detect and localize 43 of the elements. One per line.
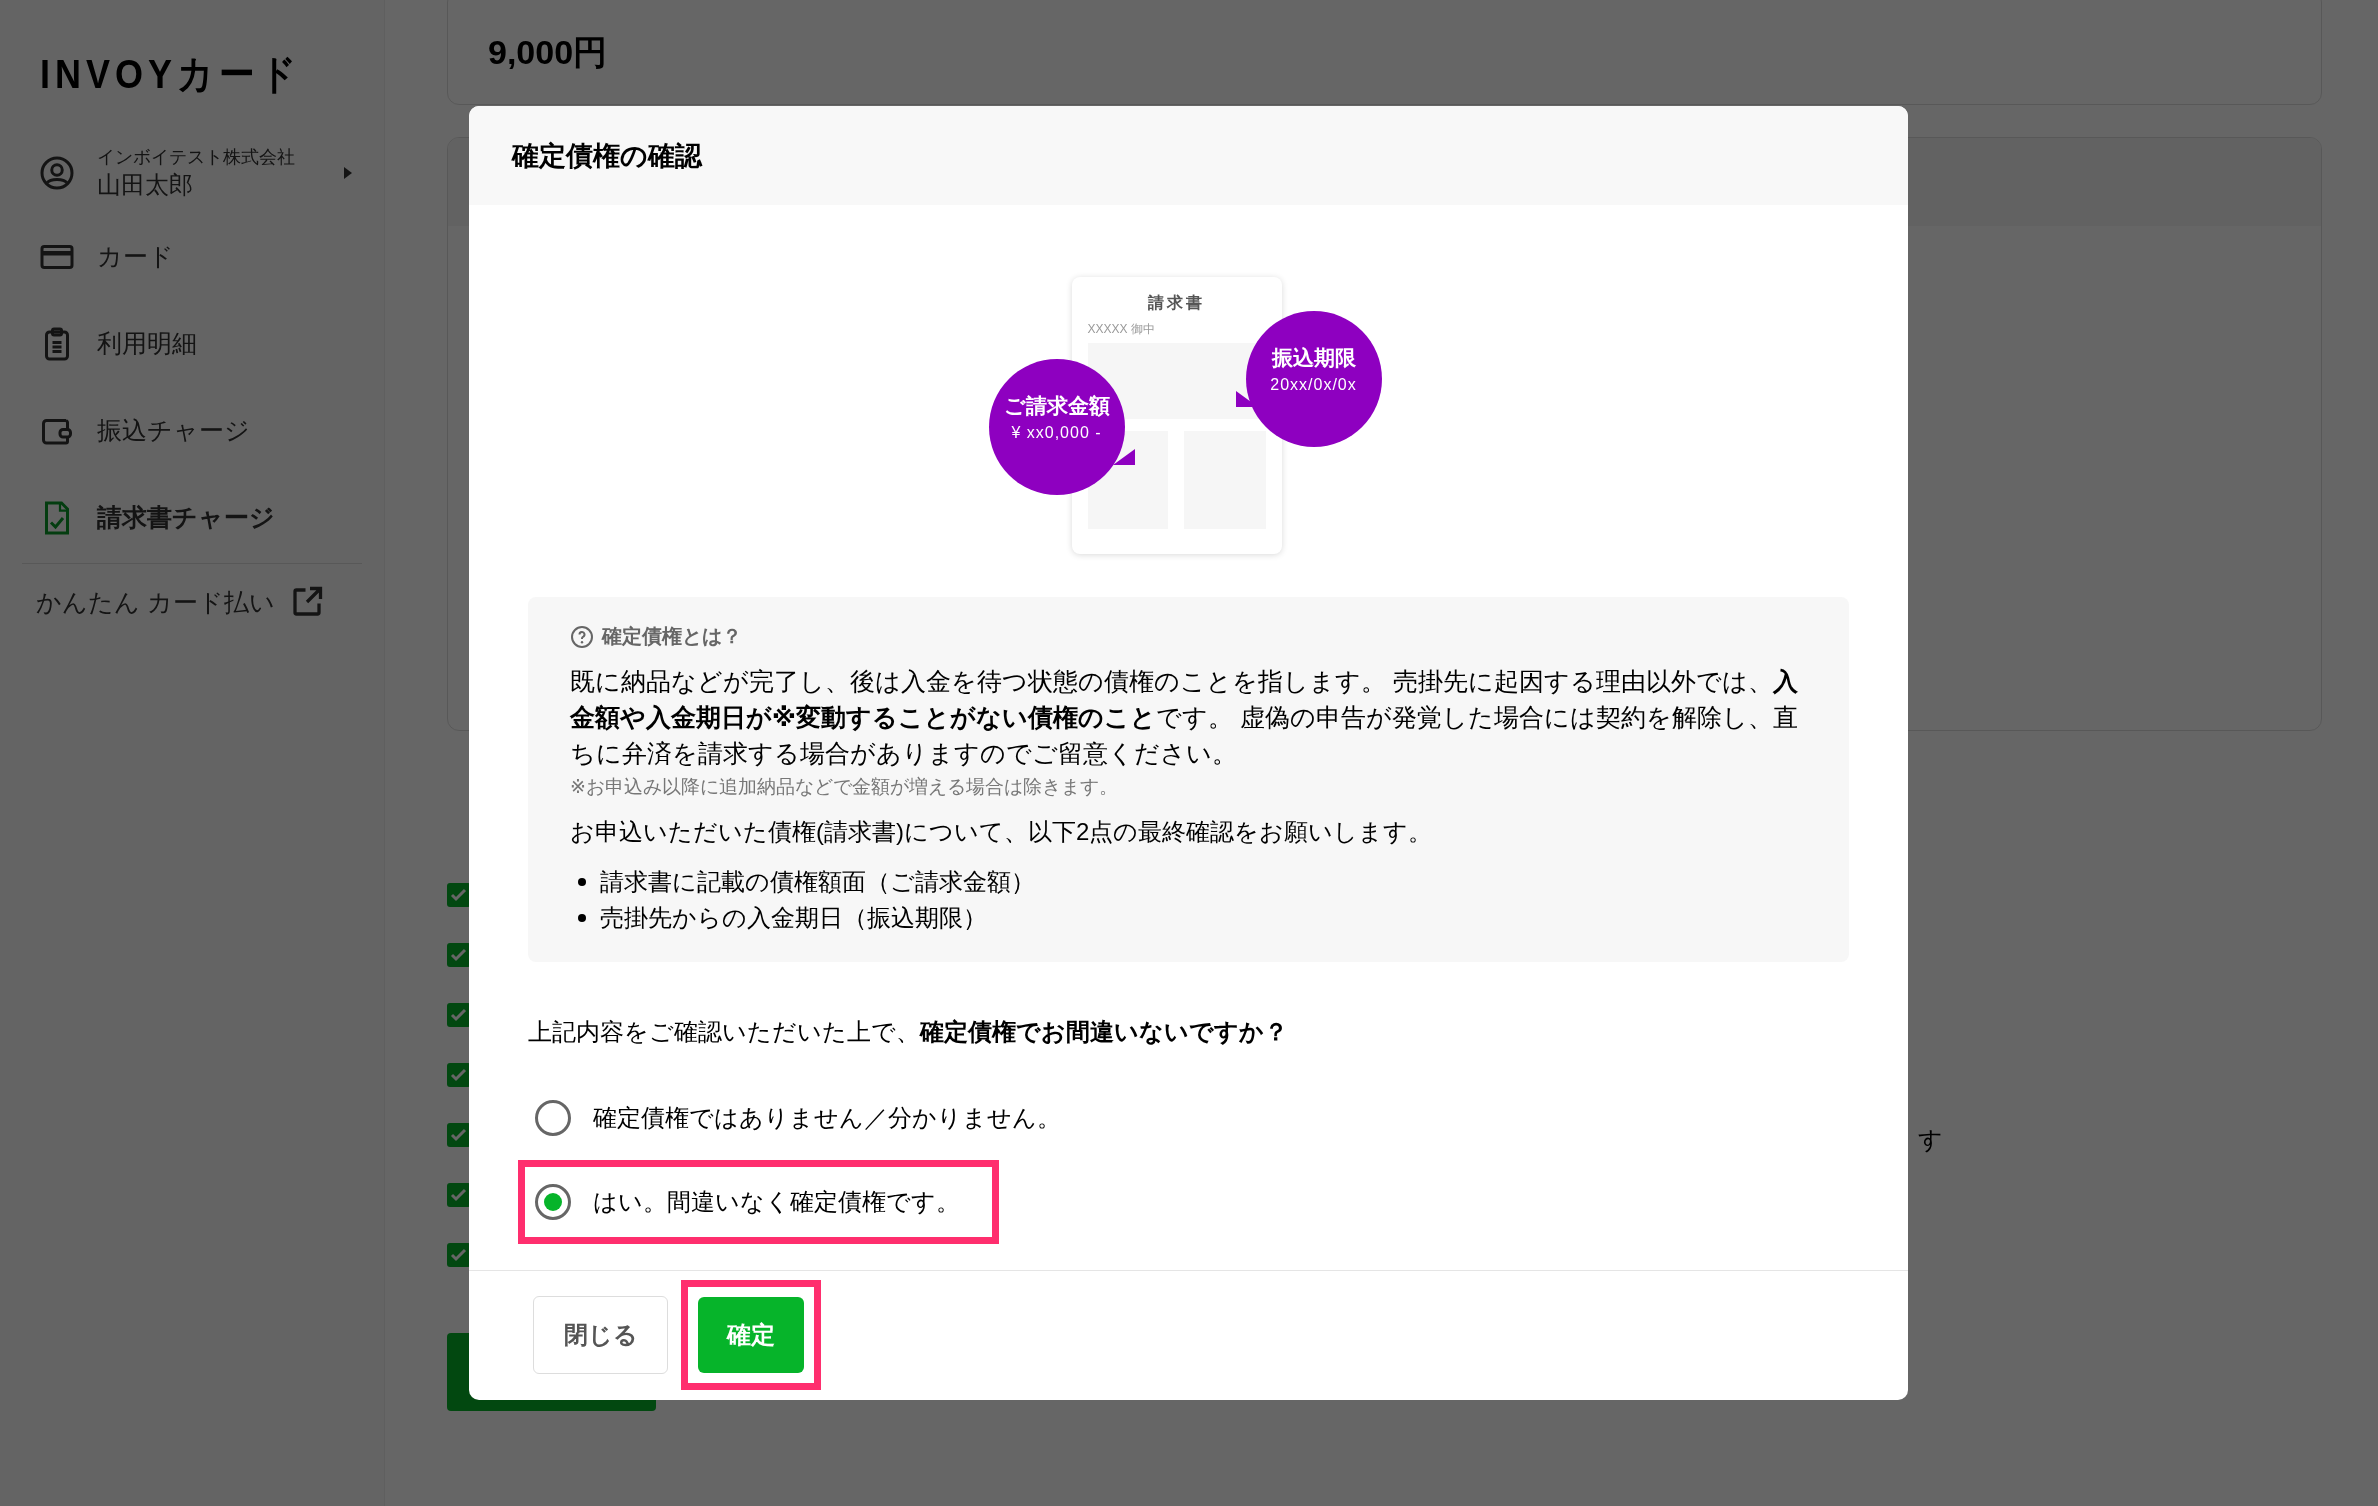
account-menu[interactable]: インボイテスト株式会社 山田太郎 — [22, 145, 362, 201]
bullet-text: 請求書に記載の債権額面（ご請求金額） — [600, 867, 1035, 897]
nav-item[interactable]: 利用明細 — [22, 300, 362, 387]
external-link[interactable]: かんたん カード払い — [22, 584, 362, 620]
checkbox[interactable] — [447, 1003, 471, 1027]
addressee-text: XXXXX 御中 — [1087, 321, 1155, 338]
bullet-icon — [578, 914, 586, 922]
bubble-label: ご請求金額 — [1003, 393, 1110, 419]
radio-option[interactable]: はい。間違いなく確定債権です。 — [535, 1177, 960, 1227]
checkbox[interactable] — [447, 1123, 471, 1147]
lead-text: お申込いただいた債権(請求書)について、以下2点の最終確認をお願いします。 — [570, 817, 1434, 847]
nav-item[interactable]: カード — [22, 213, 362, 300]
help-icon — [570, 624, 594, 649]
invoice-title: 請求書 — [1147, 293, 1206, 313]
user-icon — [39, 155, 75, 191]
nav-item[interactable]: 請求書チャージ — [22, 474, 362, 561]
bubble-label: 振込期限 — [1271, 345, 1356, 371]
dialog-title: 確定債権の確認 — [512, 139, 702, 173]
amount-value: 9,000円 — [488, 32, 608, 73]
bubble-value: 20xx/0x/0x — [1270, 376, 1357, 394]
checkbox[interactable] — [447, 943, 471, 967]
checkbox[interactable] — [447, 1243, 471, 1267]
bullet-icon — [578, 878, 586, 886]
checkbox[interactable] — [447, 1183, 471, 1207]
info-heading: 確定債権とは？ — [602, 624, 742, 649]
checkbox[interactable] — [447, 883, 471, 907]
user-name: 山田太郎 — [97, 170, 194, 200]
note-text: ※お申込み以降に追加納品などで金額が増える場合は除きます。 — [570, 775, 1119, 799]
bullet-text: 売掛先からの入金期日（振込期限） — [600, 903, 987, 933]
radio-button[interactable] — [535, 1100, 571, 1136]
company-name: インボイテスト株式会社 — [97, 146, 296, 169]
nav-item[interactable]: 振込チャージ — [22, 387, 362, 474]
checkbox[interactable] — [447, 1063, 471, 1087]
description-text: 既に納品などが完了し、後は入金を待つ状態の債権のことを指します。 売掛先に起因する理由以外では、入金額や入金期日が※変動することがない債権のことです。 虚偽の申告が発覚した場合には契約を解除し、直ちに弁済を請求する場合がありますのでご留意ください。 — [570, 667, 1799, 769]
bubble-value: ¥ xx0,000 - — [1011, 424, 1102, 442]
radio-option[interactable]: 確定債権ではありません／分かりません。 — [535, 1093, 1061, 1143]
radio-button[interactable] — [535, 1184, 571, 1220]
question-text: 上記内容をご確認いただいた上で、確定債権でお間違いないですか？ — [528, 1017, 1289, 1047]
caret-icon — [344, 167, 352, 179]
logo: INVOYカード — [39, 48, 304, 99]
close-button[interactable]: 閉じる — [533, 1296, 668, 1374]
body-text: す — [1918, 1125, 1943, 1155]
confirm-button[interactable]: 確定 — [698, 1297, 804, 1373]
